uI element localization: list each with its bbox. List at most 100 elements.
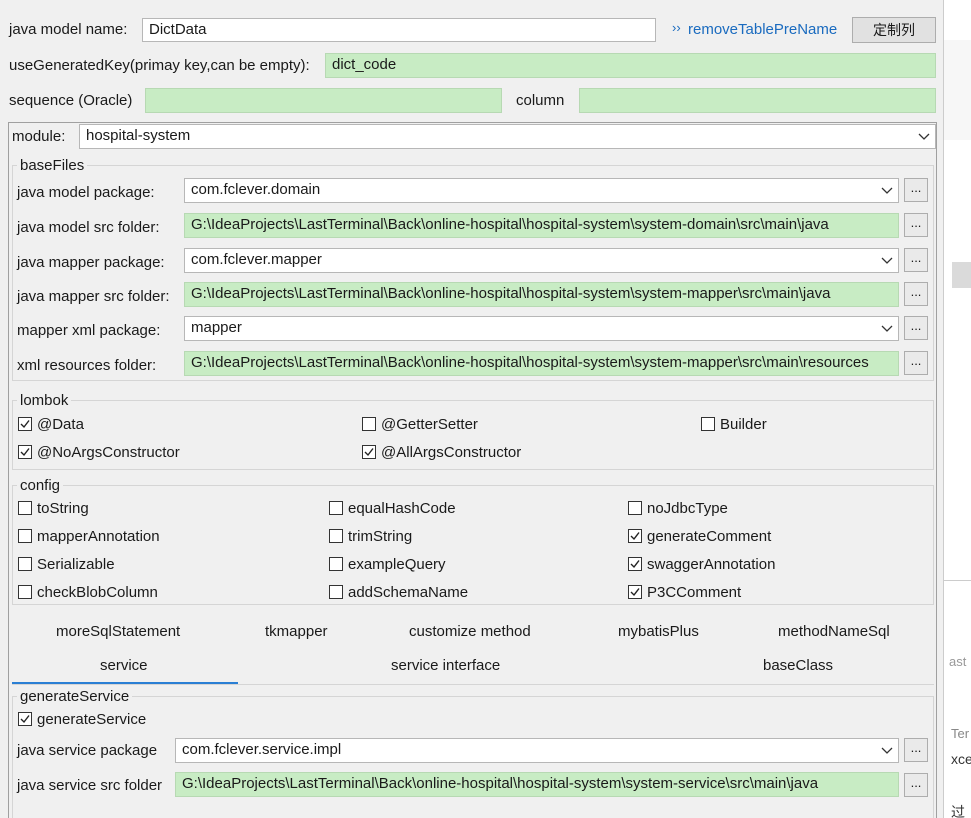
checkbox-label: trimString [348,528,413,545]
service-folder-input[interactable]: G:\IdeaProjects\LastTerminal\Back\online… [175,772,899,797]
tab[interactable]: tkmapper [265,623,328,640]
checkbox-label: @NoArgsConstructor [37,444,180,461]
service-folder-browse-button[interactable]: ... [904,773,928,797]
checkbox[interactable] [18,529,32,543]
checkbox-label: swaggerAnnotation [647,556,776,573]
checkbox-label: mapperAnnotation [37,528,160,545]
basefiles-title: baseFiles [17,157,88,174]
tab[interactable]: moreSqlStatement [56,623,180,640]
checkmark-icon [20,420,30,429]
checkmark-icon [364,448,374,457]
column-input[interactable] [579,88,936,113]
checkmark-icon [630,532,640,541]
browse-button[interactable]: ... [904,248,928,272]
basefiles-row-label: mapper xml package: [17,322,161,339]
checkbox-label: addSchemaName [348,584,469,601]
tab[interactable]: customize method [409,623,531,640]
checkbox-label: noJdbcType [647,500,728,517]
checkbox-label: @GetterSetter [381,416,478,433]
background-text-2: Ter [951,726,970,741]
checkbox-label: toString [37,500,89,517]
tab-active[interactable]: service [100,657,148,674]
checkbox[interactable] [329,557,343,571]
browse-button[interactable]: ... [904,351,928,375]
checkbox-label: generateComment [647,528,772,545]
background-window-edge: ast Ter xce 过不 [944,0,971,818]
checkbox-label: equalHashCode [348,500,456,517]
checkbox[interactable] [701,417,715,431]
basefiles-package-select[interactable]: com.fclever.mapper [184,248,899,273]
basefiles-package-select[interactable]: com.fclever.domain [184,178,899,203]
checkbox[interactable] [18,557,32,571]
checkbox[interactable] [18,445,32,459]
background-scroll-thumb [952,262,971,288]
checkbox-label: Builder [720,416,767,433]
module-select[interactable]: hospital-system [79,124,936,149]
checkbox[interactable] [18,501,32,515]
generated-key-input[interactable]: dict_code [325,53,936,78]
tab[interactable]: service interface [391,657,500,674]
lombok-title: lombok [17,392,72,409]
browse-button[interactable]: ... [904,213,928,237]
sequence-label: sequence (Oracle) [9,92,133,109]
generated-key-label: useGeneratedKey(primay key,can be empty)… [9,57,310,74]
service-folder-label: java service src folder [17,777,163,794]
browse-button[interactable]: ... [904,316,928,340]
remove-table-prefix-link[interactable]: removeTablePreName [688,21,837,38]
generate-service-checkbox[interactable] [18,712,32,726]
service-package-label: java service package [17,742,158,759]
basefiles-row-label: java model package: [17,184,155,201]
basefiles-row-label: java mapper package: [17,254,165,271]
checkmark-icon [20,715,30,724]
tab[interactable]: mybatisPlus [618,623,699,640]
checkmark-icon [630,560,640,569]
basefiles-package-select[interactable]: mapper [184,316,899,341]
generate-service-label: generateService [37,711,147,728]
basefiles-row-label: java mapper src folder: [17,288,170,305]
model-name-label: java model name: [9,21,128,38]
checkbox-label: Serializable [37,556,115,573]
checkbox[interactable] [628,501,642,515]
basefiles-folder-input[interactable]: G:\IdeaProjects\LastTerminal\Back\online… [184,213,899,238]
checkbox-label: checkBlobColumn [37,584,158,601]
checkbox-label: @Data [37,416,84,433]
checkbox-label: P3CComment [647,584,742,601]
background-window-strip [944,40,971,140]
service-package-browse-button[interactable]: ... [904,738,928,762]
tab[interactable]: methodNameSql [778,623,890,640]
module-label: module: [12,128,66,145]
checkbox[interactable] [362,417,376,431]
basefiles-folder-input[interactable]: G:\IdeaProjects\LastTerminal\Back\online… [184,351,899,376]
checkbox[interactable] [18,585,32,599]
customize-columns-button[interactable]: 定制列 [852,17,936,43]
sequence-input[interactable] [145,88,502,113]
checkmark-icon [20,448,30,457]
chevron-down-icon [881,187,893,194]
checkbox[interactable] [329,529,343,543]
background-text-3: xce [951,751,971,767]
tab[interactable]: baseClass [763,657,833,674]
checkbox[interactable] [329,585,343,599]
basefiles-row-label: xml resources folder: [17,357,157,374]
model-name-input[interactable]: DictData [142,18,656,42]
basefiles-folder-input[interactable]: G:\IdeaProjects\LastTerminal\Back\online… [184,282,899,307]
tab-divider [12,684,934,685]
background-text-1: ast [949,654,967,669]
background-divider [944,580,971,581]
checkbox[interactable] [628,557,642,571]
basefiles-row-label: java model src folder: [17,219,160,236]
browse-button[interactable]: ... [904,282,928,306]
browse-button[interactable]: ... [904,178,928,202]
module-chevron-down-icon [918,133,930,140]
service-package-chevron-down-icon [881,747,893,754]
checkbox[interactable] [329,501,343,515]
checkmark-icon [630,588,640,597]
checkbox-label: @AllArgsConstructor [381,444,522,461]
checkbox[interactable] [628,585,642,599]
column-label: column [516,92,565,109]
checkbox[interactable] [628,529,642,543]
checkbox[interactable] [18,417,32,431]
service-package-select[interactable]: com.fclever.service.impl [175,738,899,763]
checkbox[interactable] [362,445,376,459]
chevron-down-icon [881,325,893,332]
